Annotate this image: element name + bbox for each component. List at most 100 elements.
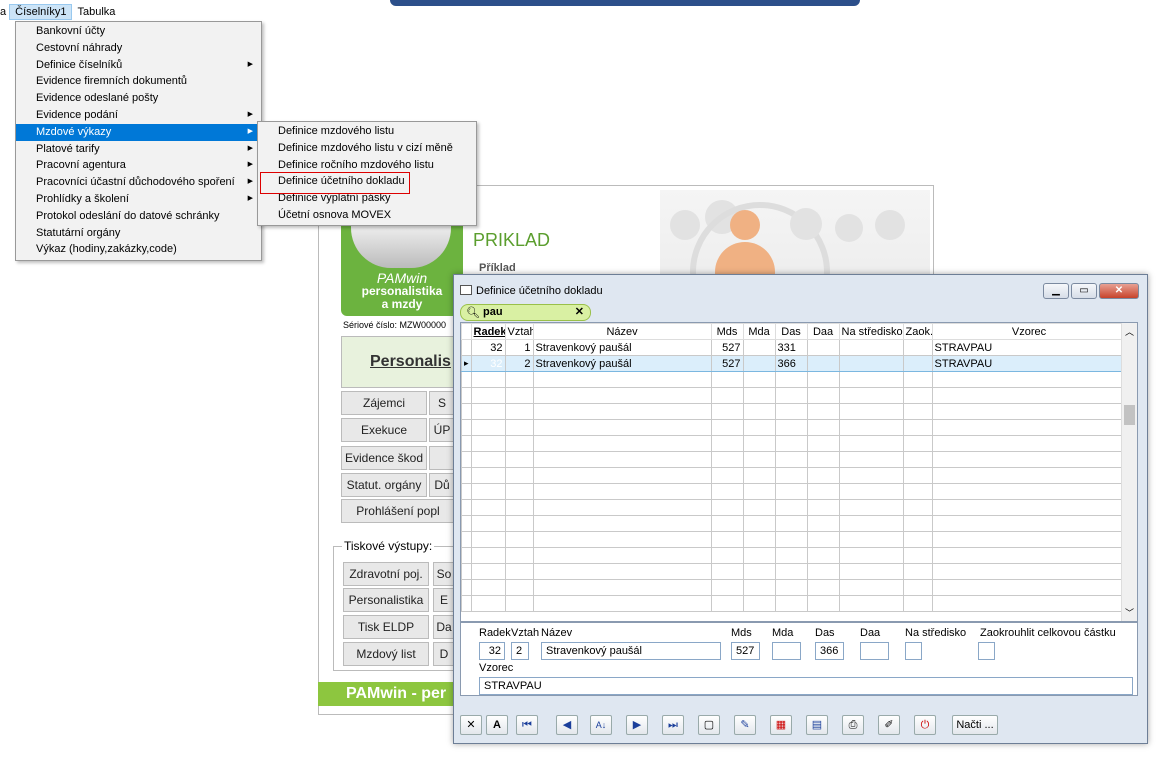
das-field[interactable]: 366: [815, 642, 844, 660]
last-record-icon[interactable]: ⏭: [662, 715, 684, 735]
zaokrouhlit-checkbox[interactable]: [978, 642, 995, 660]
column-header[interactable]: Mda: [742, 323, 776, 340]
table-row[interactable]: [461, 563, 1127, 580]
vzorec-field[interactable]: STRAVPAU: [479, 677, 1133, 695]
blank-button[interactable]: [429, 446, 455, 470]
evidence-skod-button[interactable]: Evidence škod: [341, 446, 427, 470]
menubar-item-tabulka[interactable]: Tabulka: [72, 5, 120, 19]
menubar-item-ciselniky[interactable]: Číselníky1: [9, 3, 73, 20]
table-row[interactable]: ▸ 32 2 Stravenkový paušál 527 366 STRAVPAU: [461, 355, 1127, 372]
column-header[interactable]: Vzorec: [931, 323, 1127, 340]
first-record-icon[interactable]: ⏮: [516, 715, 538, 735]
table-row[interactable]: [461, 435, 1127, 452]
exekuce-button[interactable]: Exekuce: [341, 418, 427, 442]
table-row[interactable]: [461, 483, 1127, 500]
menu-item[interactable]: Definice číselníků ▶: [16, 57, 261, 74]
column-header[interactable]: Das: [774, 323, 808, 340]
vertical-scrollbar[interactable]: ︿ ﹀: [1121, 323, 1137, 621]
power-icon[interactable]: ⏻: [914, 715, 936, 735]
table-row[interactable]: [461, 451, 1127, 468]
scroll-down-icon[interactable]: ﹀: [1125, 606, 1134, 619]
statut-organy-button[interactable]: Statut. orgány: [341, 473, 427, 497]
menu-item[interactable]: Mzdové výkazy ▶: [16, 123, 261, 141]
zdravotni-poj-button[interactable]: Zdravotní poj.: [343, 562, 429, 586]
tisk-eldp-button[interactable]: Tisk ELDP: [343, 615, 429, 639]
table-row[interactable]: [461, 419, 1127, 436]
radek-field[interactable]: 32: [479, 642, 505, 660]
menu-item[interactable]: Platové tarify ▶: [16, 141, 261, 158]
table-row[interactable]: [461, 499, 1127, 516]
table-row[interactable]: [461, 371, 1127, 388]
submenu-item[interactable]: Definice mzdového listu: [258, 123, 476, 140]
table-row[interactable]: [461, 515, 1127, 532]
table-row[interactable]: [461, 547, 1127, 564]
menu-item[interactable]: Bankovní účty: [16, 23, 261, 40]
new-record-icon[interactable]: ▢: [698, 715, 720, 735]
prohlaseni-button[interactable]: Prohlášení popl: [341, 499, 455, 523]
submenu-item[interactable]: Definice ročního mzdového listu: [258, 157, 476, 174]
column-header[interactable]: Vztah: [504, 323, 534, 340]
menu-item[interactable]: Evidence podání ▶: [16, 107, 261, 124]
submenu-item[interactable]: Účetní osnova MOVEX: [258, 207, 476, 224]
menu-item[interactable]: Cestovní náhrady: [16, 40, 261, 57]
column-header[interactable]: Mds: [710, 323, 744, 340]
table-row[interactable]: [461, 579, 1127, 596]
table-row[interactable]: [461, 595, 1127, 612]
table-row[interactable]: [461, 403, 1127, 420]
print-icon[interactable]: ⎙: [842, 715, 864, 735]
close-button[interactable]: ✕: [1099, 283, 1139, 299]
column-header[interactable]: Název: [532, 323, 712, 340]
edit-record-icon[interactable]: ✎: [734, 715, 756, 735]
next-record-icon[interactable]: ▶: [626, 715, 648, 735]
column-header[interactable]: Na středisko: [838, 323, 904, 340]
menu-item[interactable]: Výkaz (hodiny,zakázky,code): [16, 241, 261, 258]
e-button[interactable]: E: [433, 588, 455, 612]
column-header[interactable]: Daa: [806, 323, 840, 340]
scroll-up-icon[interactable]: ︿: [1125, 325, 1134, 338]
menu-item[interactable]: Pracovníci účastní důchodového spoření ▶: [16, 174, 261, 191]
vztah-field[interactable]: 2: [511, 642, 529, 660]
menu-item[interactable]: Prohlídky a školení ▶: [16, 191, 261, 208]
nazev-field[interactable]: Stravenkový paušál: [541, 642, 721, 660]
du-button[interactable]: Dů: [429, 473, 455, 497]
save-record-icon[interactable]: ▤: [806, 715, 828, 735]
scroll-thumb[interactable]: [1124, 405, 1135, 425]
records-grid[interactable]: Radek Vztah Název Mds Mda Das Daa Na středisko Z…: [460, 322, 1138, 622]
menu-item[interactable]: Protokol odeslání do datové schránky: [16, 208, 261, 225]
maximize-button[interactable]: ▭: [1071, 283, 1097, 299]
daa-field[interactable]: [860, 642, 889, 660]
submenu-item[interactable]: Definice mzdového listu v cizí měně: [258, 140, 476, 157]
menubar-item-cut[interactable]: a: [0, 5, 9, 19]
s-button[interactable]: S: [429, 391, 455, 415]
personalistika-button[interactable]: Personalistika: [343, 588, 429, 612]
mzdovy-list-button[interactable]: Mzdový list: [343, 642, 429, 666]
column-header[interactable]: Zaok.: [902, 323, 933, 340]
table-row[interactable]: [461, 387, 1127, 404]
so-button[interactable]: So: [433, 562, 455, 586]
font-icon[interactable]: A: [486, 715, 508, 735]
menu-item[interactable]: Pracovní agentura ▶: [16, 157, 261, 174]
sort-icon[interactable]: A↓: [590, 715, 612, 735]
nacti-button[interactable]: Načti ...: [952, 715, 998, 735]
menu-item[interactable]: Evidence odeslané pošty: [16, 90, 261, 107]
delete-record-icon[interactable]: ▦: [770, 715, 792, 735]
up-button[interactable]: ÚP: [429, 418, 455, 442]
menu-item[interactable]: Statutární orgány: [16, 225, 261, 242]
column-header[interactable]: Radek: [470, 323, 506, 340]
tools-icon[interactable]: ✐: [878, 715, 900, 735]
cancel-icon[interactable]: ✕: [460, 715, 482, 735]
da-button[interactable]: Da: [433, 615, 455, 639]
mda-field[interactable]: [772, 642, 801, 660]
stredisko-checkbox[interactable]: [905, 642, 922, 660]
table-row[interactable]: 32 1 Stravenkový paušál 527 331 STRAVPAU: [461, 339, 1127, 356]
zajemci-button[interactable]: Zájemci: [341, 391, 427, 415]
table-row[interactable]: [461, 531, 1127, 548]
search-input[interactable]: 🔍︎ pau ✕: [460, 304, 591, 321]
mds-field[interactable]: 527: [731, 642, 760, 660]
d-button[interactable]: D: [433, 642, 455, 666]
personalistika-panel[interactable]: Personalis: [341, 336, 471, 388]
prev-record-icon[interactable]: ◀: [556, 715, 578, 735]
clear-search-icon[interactable]: ✕: [575, 305, 584, 320]
menu-item[interactable]: Evidence firemních dokumentů: [16, 73, 261, 90]
table-row[interactable]: [461, 467, 1127, 484]
